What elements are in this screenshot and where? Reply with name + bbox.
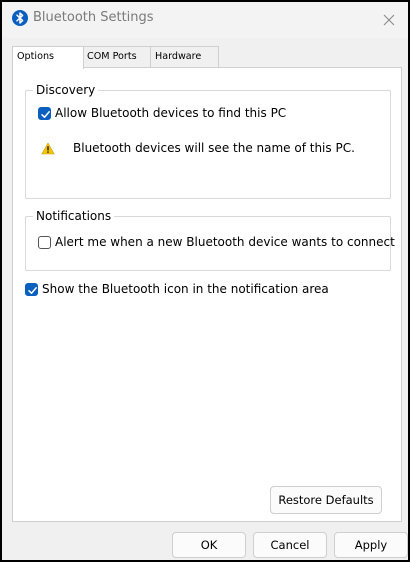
notifications-group: Notifications Alert me when a new Blueto… [25, 208, 395, 271]
bluetooth-icon [12, 10, 28, 26]
tab-hardware[interactable]: Hardware [150, 46, 219, 68]
close-button[interactable] [376, 8, 402, 32]
bluetooth-settings-dialog: Bluetooth Settings Options COM Ports Har… [0, 0, 410, 562]
apply-button[interactable]: Apply [334, 532, 408, 558]
show-icon-row[interactable]: Show the Bluetooth icon in the notificat… [25, 281, 329, 297]
allow-discovery-label: Allow Bluetooth devices to find this PC [55, 106, 287, 120]
discovery-legend: Discovery [33, 82, 99, 98]
alert-new-device-checkbox[interactable] [38, 235, 51, 249]
ok-button[interactable]: OK [172, 532, 246, 558]
tab-options[interactable]: Options [12, 46, 84, 69]
cancel-button[interactable]: Cancel [253, 532, 327, 558]
close-icon [383, 14, 395, 26]
window-title: Bluetooth Settings [33, 10, 154, 25]
options-panel: Discovery Allow Bluetooth devices to fin… [12, 67, 402, 522]
notifications-legend: Notifications [33, 208, 115, 224]
show-icon-checkbox[interactable] [25, 282, 38, 296]
discovery-group: Discovery Allow Bluetooth devices to fin… [25, 82, 391, 199]
alert-row[interactable]: Alert me when a new Bluetooth device wan… [38, 234, 395, 250]
title-bar: Bluetooth Settings [2, 2, 408, 38]
checkmark-icon [28, 286, 37, 294]
allow-discovery-row[interactable]: Allow Bluetooth devices to find this PC [38, 105, 286, 121]
checkmark-icon [41, 110, 50, 118]
allow-discovery-checkbox[interactable] [38, 106, 51, 120]
show-icon-label: Show the Bluetooth icon in the notificat… [42, 282, 329, 296]
tab-com-ports[interactable]: COM Ports [82, 46, 151, 68]
restore-defaults-button[interactable]: Restore Defaults [270, 486, 382, 514]
warning-row: Bluetooth devices will see the name of t… [41, 140, 355, 156]
warning-text: Bluetooth devices will see the name of t… [73, 141, 355, 155]
alert-new-device-label: Alert me when a new Bluetooth device wan… [55, 235, 395, 249]
warning-icon [41, 142, 55, 155]
